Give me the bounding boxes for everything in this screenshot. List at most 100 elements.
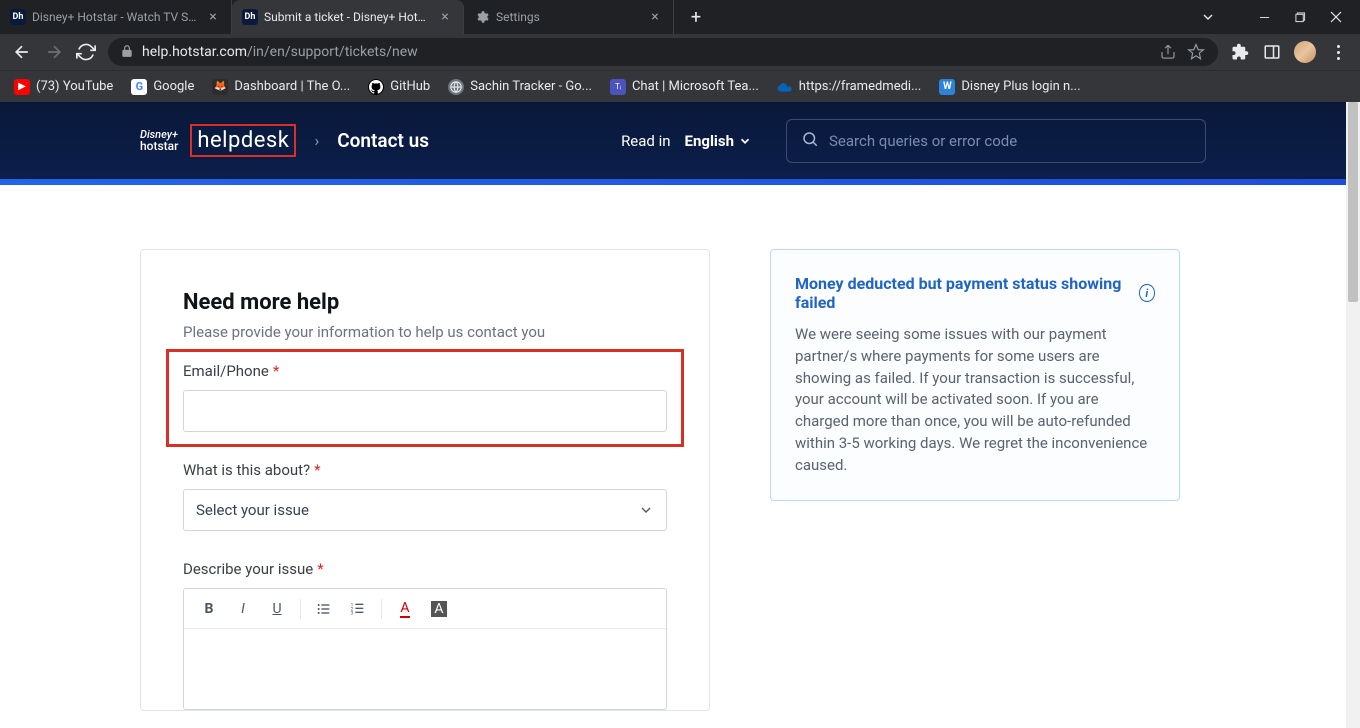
extensions-icon[interactable]: [1230, 42, 1250, 62]
site-header: Disney+ hotstar helpdesk › Contact us Re…: [0, 102, 1346, 179]
chevron-down-icon: [738, 134, 752, 148]
form-title: Need more help: [183, 290, 667, 315]
bookmark-label: Disney Plus login n...: [961, 79, 1080, 94]
bookmark-label: Chat | Microsoft Tea...: [632, 79, 759, 94]
bookmark-framed[interactable]: https://framedmedi...: [777, 79, 922, 95]
vertical-scrollbar[interactable]: [1346, 102, 1360, 728]
gear-icon: [474, 9, 490, 25]
close-icon[interactable]: ×: [437, 9, 453, 25]
new-tab-button[interactable]: +: [682, 7, 710, 28]
tab-search-icon[interactable]: [1200, 9, 1216, 25]
numbered-list-button[interactable]: 123: [343, 595, 373, 623]
info-body: We were seeing some issues with our paym…: [795, 324, 1155, 476]
svg-text:3: 3: [351, 610, 354, 616]
bookmark-teams[interactable]: Tᵢ Chat | Microsoft Tea...: [610, 79, 759, 95]
forward-button[interactable]: [44, 42, 64, 62]
youtube-icon: ▶: [14, 79, 30, 95]
underline-button[interactable]: U: [262, 595, 292, 623]
sidepanel-icon[interactable]: [1262, 42, 1282, 62]
describe-label: Describe your issue*: [183, 560, 324, 578]
hotstar-logo[interactable]: Disney+ hotstar: [140, 129, 178, 152]
globe-icon: [448, 79, 464, 95]
issue-select[interactable]: Select your issue: [183, 489, 667, 531]
tab-settings[interactable]: Settings ×: [464, 0, 674, 34]
window-controls: [1200, 9, 1360, 25]
maximize-button[interactable]: [1292, 9, 1308, 25]
bookmark-label: Sachin Tracker - Go...: [470, 79, 592, 94]
separator: [381, 599, 382, 619]
editor-textarea[interactable]: [184, 629, 666, 709]
field-about: What is this about?* Select your issue: [183, 460, 667, 531]
language-value: English: [685, 132, 734, 150]
bookmark-dashboard[interactable]: 🦊 Dashboard | The O...: [212, 79, 350, 95]
tab-strip: Dh Disney+ Hotstar - Watch TV Shows × Dh…: [0, 0, 710, 34]
logo-line: hotstar: [140, 140, 178, 152]
chevron-down-icon: [638, 502, 654, 518]
browser-titlebar: Dh Disney+ Hotstar - Watch TV Shows × Dh…: [0, 0, 1360, 34]
share-icon[interactable]: [1158, 42, 1178, 62]
about-label: What is this about?*: [183, 461, 321, 479]
info-icon: i: [1139, 284, 1155, 302]
search-icon: [801, 130, 819, 152]
italic-button[interactable]: I: [228, 595, 258, 623]
close-icon[interactable]: ×: [205, 9, 221, 25]
readin-label: Read in: [621, 132, 670, 150]
close-icon[interactable]: ×: [647, 9, 663, 25]
breadcrumb-contact[interactable]: Contact us: [337, 129, 429, 152]
bookmark-label: Dashboard | The O...: [234, 79, 350, 94]
bookmark-label: GitHub: [390, 79, 430, 94]
scrollbar-thumb[interactable]: [1348, 102, 1358, 302]
back-button[interactable]: [12, 42, 32, 62]
onedrive-icon: [777, 79, 793, 95]
star-icon[interactable]: [1186, 42, 1206, 62]
tab-hotstar-watch[interactable]: Dh Disney+ Hotstar - Watch TV Shows ×: [0, 0, 232, 34]
viewport: Disney+ hotstar helpdesk › Contact us Re…: [0, 102, 1360, 728]
rich-text-editor: B I U 123 A A: [183, 588, 667, 710]
bookmark-youtube[interactable]: ▶ (73) YouTube: [14, 79, 113, 95]
bookmark-label: (73) YouTube: [36, 79, 113, 94]
bookmark-google[interactable]: G Google: [131, 79, 194, 95]
close-window-button[interactable]: [1328, 9, 1344, 25]
field-describe: Describe your issue* B I U 123: [183, 559, 667, 710]
email-label: Email/Phone*: [183, 362, 279, 380]
search-box[interactable]: [786, 119, 1206, 163]
url-bar[interactable]: help.hotstar.com/in/en/support/tickets/n…: [108, 38, 1218, 66]
bold-button[interactable]: B: [194, 595, 224, 623]
bookmark-github[interactable]: GitHub: [368, 79, 430, 95]
google-icon: G: [131, 79, 147, 95]
hotstar-favicon: Dh: [10, 9, 26, 25]
minimize-button[interactable]: [1256, 9, 1272, 25]
tab-title: Settings: [496, 10, 641, 24]
bookmark-sachin[interactable]: Sachin Tracker - Go...: [448, 79, 592, 95]
url-text: help.hotstar.com/in/en/support/tickets/n…: [142, 44, 1150, 60]
site-icon: 🦊: [212, 79, 228, 95]
site-icon: W: [939, 79, 955, 95]
form-subtitle: Please provide your information to help …: [183, 323, 667, 341]
tab-submit-ticket[interactable]: Dh Submit a ticket - Disney+ Hotstar ×: [232, 0, 464, 34]
reload-button[interactable]: [76, 42, 96, 62]
search-input[interactable]: [829, 132, 1191, 150]
select-placeholder: Select your issue: [196, 501, 309, 519]
chevron-right-icon: ›: [314, 131, 319, 150]
bookmark-disney-login[interactable]: W Disney Plus login n...: [939, 79, 1080, 95]
field-email-phone: Email/Phone*: [183, 361, 667, 432]
helpdesk-label: helpdesk: [190, 124, 296, 157]
separator: [300, 599, 301, 619]
email-phone-input[interactable]: [183, 390, 667, 432]
hotstar-favicon: Dh: [242, 9, 258, 25]
page-content: Disney+ hotstar helpdesk › Contact us Re…: [0, 102, 1346, 728]
text-color-button[interactable]: A: [390, 595, 420, 623]
ticket-form-card: Need more help Please provide your infor…: [140, 249, 710, 711]
info-card: Money deducted but payment status showin…: [770, 249, 1180, 501]
tab-title: Disney+ Hotstar - Watch TV Shows: [32, 10, 199, 24]
bookmark-label: https://framedmedi...: [799, 79, 922, 94]
language-selector[interactable]: English: [685, 132, 752, 150]
highlight-button[interactable]: A: [424, 595, 454, 623]
info-title[interactable]: Money deducted but payment status showin…: [795, 274, 1155, 312]
profile-avatar[interactable]: [1294, 41, 1316, 63]
menu-button[interactable]: [1328, 42, 1348, 62]
language-selector-group: Read in English: [621, 119, 1206, 163]
bookmarks-bar: ▶ (73) YouTube G Google 🦊 Dashboard | Th…: [0, 70, 1360, 102]
github-icon: [368, 79, 384, 95]
bullet-list-button[interactable]: [309, 595, 339, 623]
